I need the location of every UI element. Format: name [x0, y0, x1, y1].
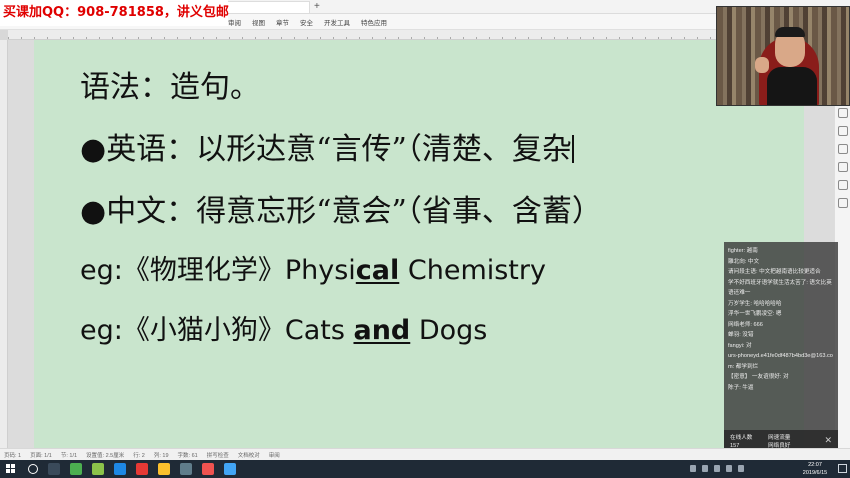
pen-icon[interactable]: [838, 162, 848, 172]
app-icon-lime[interactable]: [92, 463, 104, 475]
status-row: 行: 2: [133, 453, 145, 459]
network-icon[interactable]: [714, 465, 720, 472]
browser-icon[interactable]: [114, 463, 126, 475]
app-icon-gray[interactable]: [180, 463, 192, 475]
status-proofread[interactable]: 文档校对: [238, 451, 260, 459]
status-word-count[interactable]: 字数: 61: [178, 451, 198, 459]
chat-message: 浮华一世飞鹏凌空: 嗯: [728, 311, 782, 317]
folder-icon[interactable]: [158, 463, 170, 475]
vertical-ruler: [0, 40, 8, 448]
chat-panel: fighter: 越南 雕北向: 中文 请问段主语: 中文把越南语比较更适合 学…: [724, 242, 838, 454]
doc-line-5-emphasis: and: [353, 315, 411, 346]
horizontal-ruler: [8, 30, 830, 40]
status-spell-check[interactable]: 拼写检查: [207, 451, 229, 459]
doc-line-5-prefix: eg:《小猫小狗》Cats: [80, 315, 354, 346]
menu-section[interactable]: 章节: [276, 17, 289, 27]
network-status-label: 网速流量: [768, 435, 791, 441]
status-section: 节: 1/1: [60, 453, 78, 459]
status-column: 列: 19: [153, 453, 169, 459]
menu-view[interactable]: 视图: [252, 17, 265, 27]
doc-line-4-emphasis: cal: [355, 255, 400, 286]
doc-line-4-prefix: eg:《物理化学》Physi: [80, 255, 356, 286]
status-page-count: 页面: 1/1: [30, 453, 52, 459]
system-tray: [690, 465, 744, 472]
status-bar: 页码: 1 页面: 1/1 节: 1/1 设置值: 2.5厘米 行: 2 列: …: [0, 448, 850, 460]
chat-message: 陈子: 牛逼: [728, 384, 754, 391]
promo-banner: 买课加QQ：908-781858，讲义包邮: [0, 0, 229, 26]
chat-message: fighter: 越南: [728, 248, 758, 254]
close-icon[interactable]: ✕: [824, 435, 832, 446]
clock-time: 22:07: [808, 462, 822, 468]
chat-message: 万岁学生: 哈哈哈哈哈: [728, 300, 782, 307]
doc-line-4-suffix: Chemistry: [399, 255, 546, 286]
notification-icon[interactable]: [838, 464, 847, 473]
chat-message: 【密意】 一友谊很好: 对: [728, 374, 789, 380]
doc-line-5-suffix: Dogs: [410, 315, 488, 346]
chat-message: urs-phoneyd.e41fe0df487b4bd3e@163.com: 都…: [728, 353, 833, 370]
webcam-video: [716, 6, 850, 106]
settings-icon[interactable]: [838, 180, 848, 190]
app-icon-green[interactable]: [70, 463, 82, 475]
online-count-label: 在线人数: [730, 435, 753, 441]
tray-icon[interactable]: [690, 465, 696, 472]
word-app-icon[interactable]: [224, 463, 236, 475]
text-cursor: [571, 135, 574, 163]
bullet-icon: ●: [80, 194, 107, 229]
task-view-icon[interactable]: [48, 463, 60, 475]
menu-security[interactable]: 安全: [300, 17, 313, 27]
chat-message: 请问段主语: 中文把越南语比较更适合: [728, 269, 821, 275]
format-icon[interactable]: [838, 144, 848, 154]
doc-line-2-text: 英语：以形达意“言传”（清楚、复杂: [106, 132, 572, 167]
search-icon[interactable]: [28, 464, 38, 474]
doc-line-1: 语法：造句。: [80, 70, 260, 105]
clock-date: 2019/6/15: [802, 470, 828, 476]
ribbon-menu-items: 审阅 视图 章节 安全 开发工具 特色应用: [228, 17, 387, 27]
chat-message: 学不好西班牙语学就生活太苦了: 语文比英语还难一: [728, 279, 832, 297]
clock[interactable]: 22:07 2019/6/15: [797, 461, 833, 477]
select-icon[interactable]: [838, 108, 848, 118]
presenter-hair: [775, 27, 805, 37]
status-review[interactable]: 审阅: [269, 451, 280, 459]
doc-line-3-text: 中文：得意忘形“意会”（省事、含蓄）: [106, 194, 602, 229]
doc-line-2: ●英语：以形达意“言传”（清楚、复杂: [80, 124, 574, 168]
screen: + 审阅 视图 章节 安全 开发工具 特色应用 买课加QQ：908-781858…: [0, 0, 850, 478]
doc-line-4: eg:《物理化学》Physical Chemistry: [80, 248, 546, 287]
input-method-icon[interactable]: [738, 465, 744, 472]
windows-start-icon[interactable]: [6, 464, 16, 474]
presenter-body: [767, 67, 817, 105]
tray-icon[interactable]: [702, 465, 708, 472]
bullet-icon: ●: [80, 132, 107, 167]
status-items: 页码: 1 页面: 1/1 节: 1/1 设置值: 2.5厘米 行: 2 列: …: [4, 451, 280, 459]
status-page-number: 页码: 1: [4, 453, 22, 459]
chat-message: 雕北向: 中文: [728, 258, 760, 265]
wps-icon[interactable]: [136, 463, 148, 475]
shape-icon[interactable]: [838, 126, 848, 136]
menu-special-apps[interactable]: 特色应用: [361, 17, 387, 27]
chat-message: 蝉羽: 没错: [728, 332, 754, 338]
document-canvas: 语法：造句。 ●英语：以形达意“言传”（清楚、复杂 ●中文：得意忘形“意会”（省…: [8, 40, 834, 448]
menu-developer-tools[interactable]: 开发工具: [324, 17, 350, 27]
taskbar: 22:07 2019/6/15: [0, 460, 850, 478]
document-page[interactable]: 语法：造句。 ●英语：以形达意“言传”（清楚、复杂 ●中文：得意忘形“意会”（省…: [34, 40, 804, 448]
chat-message: 网络老师: 666: [728, 321, 763, 328]
status-setting: 设置值: 2.5厘米: [86, 453, 125, 459]
doc-line-3: ●中文：得意忘形“意会”（省事、含蓄）: [80, 186, 602, 230]
share-icon[interactable]: [838, 198, 848, 208]
doc-line-5: eg:《小猫小狗》Cats and Dogs: [80, 308, 487, 347]
menu-review[interactable]: 审阅: [228, 17, 241, 27]
app-icon-red[interactable]: [202, 463, 214, 475]
chat-message: fangyi: 对: [728, 342, 752, 349]
presenter-hand: [755, 57, 769, 73]
new-tab-button[interactable]: +: [314, 1, 320, 12]
volume-icon[interactable]: [726, 465, 732, 472]
